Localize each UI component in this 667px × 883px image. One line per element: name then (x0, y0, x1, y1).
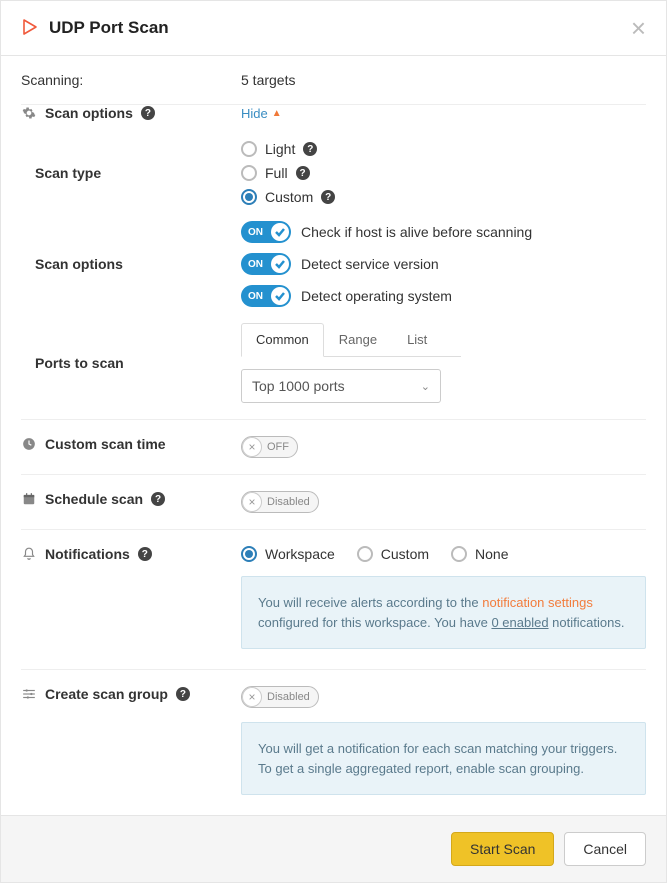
calendar-icon (21, 492, 37, 506)
tab-list[interactable]: List (392, 323, 442, 356)
scanning-value: 5 targets (241, 72, 646, 88)
schedule-label: Schedule scan ? (21, 491, 241, 507)
toggle-os-detect: ON Detect operating system (241, 285, 646, 307)
close-button[interactable]: × (631, 15, 646, 41)
notifications-none[interactable]: None (451, 546, 508, 562)
enabled-count-link[interactable]: 0 enabled (491, 615, 548, 630)
radio-icon (241, 141, 257, 157)
notifications-workspace[interactable]: Workspace (241, 546, 335, 562)
toggle-knob (271, 287, 289, 305)
scan-type-light[interactable]: Light ? (241, 141, 646, 157)
help-icon[interactable]: ? (296, 166, 310, 180)
ports-label: Ports to scan (21, 323, 241, 403)
tab-range[interactable]: Range (324, 323, 392, 356)
bell-icon (21, 547, 37, 561)
play-icon (21, 18, 39, 39)
help-icon[interactable]: ? (138, 547, 152, 561)
radio-icon (357, 546, 373, 562)
scan-options-row: Scan options ON Check if host is alive b… (21, 211, 646, 313)
scan-group-row: Create scan group ? × Disabled You will … (21, 670, 646, 815)
notifications-label: Notifications ? (21, 546, 241, 562)
ports-row: Ports to scan Common Range List Top 1000… (21, 313, 646, 419)
custom-time-label: Custom scan time (21, 436, 241, 452)
modal-footer: Start Scan Cancel (1, 815, 666, 882)
custom-time-toggle[interactable]: × OFF (241, 436, 298, 458)
caret-up-icon: ▲ (272, 108, 282, 119)
scan-type-row: Scan type Light ? Full ? (21, 137, 646, 211)
chevron-down-icon: ⌄ (421, 380, 430, 393)
schedule-row: Schedule scan ? × Disabled (21, 475, 646, 530)
help-icon[interactable]: ? (176, 687, 190, 701)
scan-group-label: Create scan group ? (21, 686, 241, 702)
scanning-label: Scanning: (21, 72, 241, 88)
scan-group-toggle[interactable]: × Disabled (241, 686, 319, 708)
hide-toggle[interactable]: Hide ▲ (241, 106, 282, 121)
notifications-custom[interactable]: Custom (357, 546, 429, 562)
scan-options-label: Scan options (21, 221, 241, 307)
toggle-knob (271, 223, 289, 241)
help-icon[interactable]: ? (303, 142, 317, 156)
help-icon[interactable]: ? (141, 106, 155, 120)
notifications-info: You will receive alerts according to the… (241, 576, 646, 649)
modal-header: UDP Port Scan × (1, 1, 666, 56)
toggle-service-version: ON Detect service version (241, 253, 646, 275)
x-icon: × (242, 492, 262, 512)
sliders-icon (21, 687, 37, 701)
toggle-switch[interactable]: ON (241, 253, 291, 275)
scan-type-radio-group: Light ? Full ? Custom ? (241, 141, 646, 205)
cancel-button[interactable]: Cancel (564, 832, 646, 866)
toggle-host-alive: ON Check if host is alive before scannin… (241, 221, 646, 243)
scan-options-header-label: Scan options ? (21, 105, 241, 121)
radio-icon (451, 546, 467, 562)
radio-icon (241, 165, 257, 181)
help-icon[interactable]: ? (151, 492, 165, 506)
scan-options-subrows: Scan type Light ? Full ? (21, 137, 646, 419)
scan-type-label: Scan type (21, 141, 241, 205)
toggle-knob (271, 255, 289, 273)
toggle-os-detect-label: Detect operating system (301, 288, 452, 304)
radio-icon (241, 546, 257, 562)
scan-group-info: You will get a notification for each sca… (241, 722, 646, 795)
scan-options-header-row: Scan options ? Hide ▲ (21, 105, 646, 137)
toggle-switch[interactable]: ON (241, 285, 291, 307)
modal-content: Scanning: 5 targets Scan options ? Hide … (1, 56, 666, 815)
x-icon: × (242, 437, 262, 457)
clock-icon (21, 437, 37, 451)
page-title: UDP Port Scan (49, 18, 169, 38)
scan-type-full[interactable]: Full ? (241, 165, 646, 181)
schedule-toggle[interactable]: × Disabled (241, 491, 319, 513)
ports-tabs: Common Range List (241, 323, 461, 357)
toggle-service-version-label: Detect service version (301, 256, 439, 272)
help-icon[interactable]: ? (321, 190, 335, 204)
notifications-radio-group: Workspace Custom None (241, 546, 646, 562)
notification-settings-link[interactable]: notification settings (482, 595, 593, 610)
radio-icon (241, 189, 257, 205)
scanning-row: Scanning: 5 targets (21, 56, 646, 105)
start-scan-button[interactable]: Start Scan (451, 832, 554, 866)
modal: UDP Port Scan × Scanning: 5 targets Scan… (0, 0, 667, 883)
tab-common[interactable]: Common (241, 323, 324, 357)
ports-select[interactable]: Top 1000 ports ⌄ (241, 369, 441, 403)
custom-time-row: Custom scan time × OFF (21, 419, 646, 475)
header-left: UDP Port Scan (21, 18, 169, 39)
x-icon: × (242, 687, 262, 707)
toggle-switch[interactable]: ON (241, 221, 291, 243)
scan-type-custom[interactable]: Custom ? (241, 189, 646, 205)
gear-icon (21, 106, 37, 120)
toggle-host-alive-label: Check if host is alive before scanning (301, 224, 532, 240)
notifications-row: Notifications ? Workspace Custom None (21, 530, 646, 670)
